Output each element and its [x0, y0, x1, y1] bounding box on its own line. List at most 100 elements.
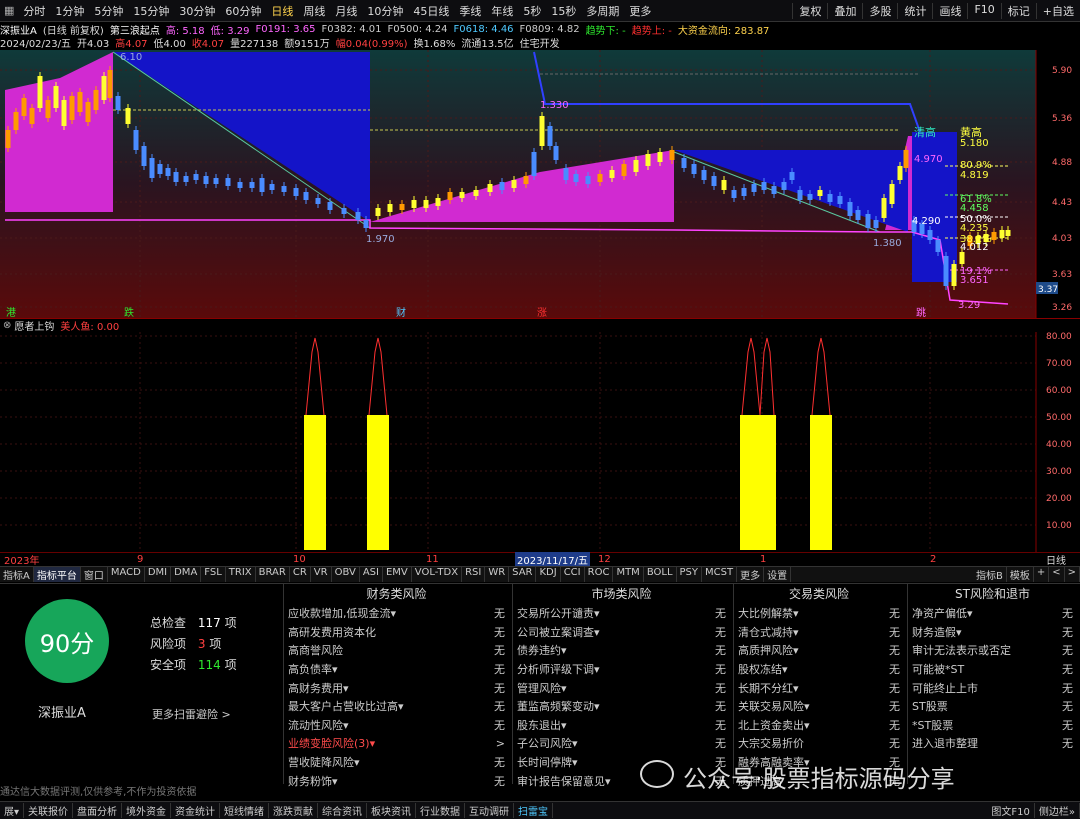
- risk-item[interactable]: 可能终止上市 无: [908, 678, 1077, 697]
- risk-item[interactable]: 清仓式减持▾ 无: [734, 623, 904, 642]
- tool-0[interactable]: 复权: [792, 2, 827, 19]
- indicator-tab-8[interactable]: BRAR: [256, 567, 290, 582]
- bottom-tab-10[interactable]: 互动调研: [465, 803, 515, 818]
- menu-icon[interactable]: ▦: [0, 4, 18, 17]
- risk-item[interactable]: 公司被立案调查▾ 无: [513, 623, 730, 642]
- indicator-tab-2[interactable]: 窗口: [81, 567, 108, 582]
- risk-item[interactable]: 财务粉饰▾ 无: [284, 771, 509, 790]
- indicator-tab-16[interactable]: WR: [485, 567, 510, 582]
- bottom-tab-7[interactable]: 综合资讯: [318, 803, 368, 818]
- period-6[interactable]: 日线: [266, 3, 298, 19]
- period-5[interactable]: 60分钟: [220, 3, 266, 19]
- risk-item[interactable]: 高质押风险▾ 无: [734, 641, 904, 660]
- period-10[interactable]: 45日线: [408, 3, 454, 19]
- risk-item[interactable]: 大比例解禁▾ 无: [734, 604, 904, 623]
- risk-item[interactable]: 关联交易风险▾ 无: [734, 697, 904, 716]
- indicator-tab-26[interactable]: 设置: [764, 567, 792, 582]
- risk-item[interactable]: 最大客户占营收比过高▾ 无: [284, 697, 509, 716]
- indicator-tab-4[interactable]: DMI: [145, 567, 172, 582]
- bottom-tab-0[interactable]: 展▾: [0, 803, 25, 818]
- indicator-tab-14[interactable]: VOL-TDX: [412, 567, 463, 582]
- price-chart[interactable]: 6.10 1.970 1.330 1.380 3.29 清高 黄高 5.180 …: [0, 50, 1080, 318]
- period-14[interactable]: 15秒: [546, 3, 581, 19]
- risk-item[interactable]: 业绩变脸风险(3)▾ >: [284, 734, 509, 753]
- risk-item[interactable]: 股东退出▾ 无: [513, 716, 730, 735]
- tool-3[interactable]: 统计: [897, 2, 932, 19]
- tool-5[interactable]: F10: [967, 2, 1000, 19]
- bottom-tab-9[interactable]: 行业数据: [416, 803, 466, 818]
- period-16[interactable]: 更多: [624, 3, 656, 19]
- bottom-tab-8[interactable]: 板块资讯: [367, 803, 417, 818]
- risk-item[interactable]: 净资产偏低▾ 无: [908, 604, 1077, 623]
- tool-4[interactable]: 画线: [932, 2, 967, 19]
- indicator-tab-23[interactable]: PSY: [677, 567, 703, 582]
- indicator-tab-11[interactable]: OBV: [332, 567, 360, 582]
- indicator-tab-right-2[interactable]: +: [1034, 567, 1050, 582]
- tool-1[interactable]: 叠加: [827, 2, 862, 19]
- risk-item[interactable]: 分析师评级下调▾ 无: [513, 660, 730, 679]
- risk-item[interactable]: 应收款增加,低现金流▾ 无: [284, 604, 509, 623]
- indicator-tab-15[interactable]: RSI: [462, 567, 486, 582]
- indicator-tab-6[interactable]: FSL: [201, 567, 226, 582]
- period-0[interactable]: 分时: [18, 3, 50, 19]
- period-4[interactable]: 30分钟: [174, 3, 220, 19]
- period-12[interactable]: 年线: [486, 3, 518, 19]
- period-9[interactable]: 10分钟: [362, 3, 408, 19]
- indicator-tab-13[interactable]: EMV: [383, 567, 412, 582]
- risk-item[interactable]: 管理风险▾ 无: [513, 678, 730, 697]
- risk-item[interactable]: 交易所公开谴责▾ 无: [513, 604, 730, 623]
- period-15[interactable]: 多周期: [581, 3, 624, 19]
- risk-item[interactable]: 可能被*ST 无: [908, 660, 1077, 679]
- period-13[interactable]: 5秒: [518, 3, 546, 19]
- period-1[interactable]: 1分钟: [50, 3, 89, 19]
- bottom-tab-5[interactable]: 短线情绪: [220, 803, 270, 818]
- indicator-tab-9[interactable]: CR: [290, 567, 311, 582]
- indicator-tab-21[interactable]: MTM: [613, 567, 644, 582]
- tool-6[interactable]: 标记: [1000, 2, 1036, 19]
- risk-item[interactable]: 高研发费用资本化 无: [284, 623, 509, 642]
- bottom-tab-3[interactable]: 境外资金: [122, 803, 172, 818]
- bottom-right-0[interactable]: 图文F10: [987, 803, 1035, 818]
- bottom-tab-2[interactable]: 盘面分析: [73, 803, 123, 818]
- indicator-tab-22[interactable]: BOLL: [644, 567, 677, 582]
- bottom-tab-4[interactable]: 资金统计: [171, 803, 221, 818]
- indicator-tab-12[interactable]: ASI: [360, 567, 383, 582]
- indicator-tab-18[interactable]: KDJ: [536, 567, 561, 582]
- indicator-tab-right-3[interactable]: <: [1049, 567, 1065, 582]
- indicator-tab-3[interactable]: MACD: [108, 567, 145, 582]
- risk-item[interactable]: *ST股票 无: [908, 716, 1077, 735]
- bottom-tab-11[interactable]: 扫雷宝: [514, 803, 554, 818]
- risk-item[interactable]: 长期不分红▾ 无: [734, 678, 904, 697]
- period-3[interactable]: 15分钟: [128, 3, 174, 19]
- indicator-tab-17[interactable]: SAR: [509, 567, 537, 582]
- tool-2[interactable]: 多股: [862, 2, 897, 19]
- risk-item[interactable]: 董监高频繁变动▾ 无: [513, 697, 730, 716]
- indicator-tab-24[interactable]: MCST: [702, 567, 738, 582]
- sub-indicator-chart[interactable]: 80.00 70.00 60.00 50.00 40.00 30.00 20.00 10.00: [0, 332, 1080, 552]
- indicator-tab-right-4[interactable]: >: [1065, 567, 1080, 582]
- indicator-tab-0[interactable]: 指标A: [0, 567, 34, 582]
- tool-7[interactable]: +自选: [1035, 2, 1080, 19]
- bottom-tab-6[interactable]: 涨跌贡献: [269, 803, 319, 818]
- indicator-tab-20[interactable]: ROC: [585, 567, 614, 582]
- risk-item[interactable]: 财务造假▾ 无: [908, 623, 1077, 642]
- indicator-tab-25[interactable]: 更多: [737, 567, 765, 582]
- risk-item[interactable]: 营收陡降风险▾ 无: [284, 753, 509, 772]
- sub-indicator-name[interactable]: 愿者上钩: [14, 318, 54, 333]
- indicator-tab-7[interactable]: TRIX: [226, 567, 256, 582]
- more-scan-link[interactable]: 更多扫雷避险 >: [152, 706, 231, 722]
- period-7[interactable]: 周线: [298, 3, 330, 19]
- indicator-tab-right-1[interactable]: 模板: [1007, 567, 1034, 582]
- indicator-tab-right-0[interactable]: 指标B: [973, 567, 1007, 582]
- risk-item[interactable]: 进入退市整理 无: [908, 734, 1077, 753]
- risk-item[interactable]: 大宗交易折价 无: [734, 734, 904, 753]
- risk-item[interactable]: 股权冻结▾ 无: [734, 660, 904, 679]
- risk-item[interactable]: 流动性风险▾ 无: [284, 716, 509, 735]
- indicator-tab-1[interactable]: 指标平台: [33, 567, 81, 582]
- risk-item[interactable]: ST股票 无: [908, 697, 1077, 716]
- date-period[interactable]: 日线: [1046, 552, 1066, 567]
- risk-item[interactable]: 高财务费用▾ 无: [284, 678, 509, 697]
- collapse-icon[interactable]: ⊗: [3, 320, 11, 331]
- risk-item[interactable]: 北上资金卖出▾ 无: [734, 716, 904, 735]
- indicator-tab-19[interactable]: CCI: [561, 567, 585, 582]
